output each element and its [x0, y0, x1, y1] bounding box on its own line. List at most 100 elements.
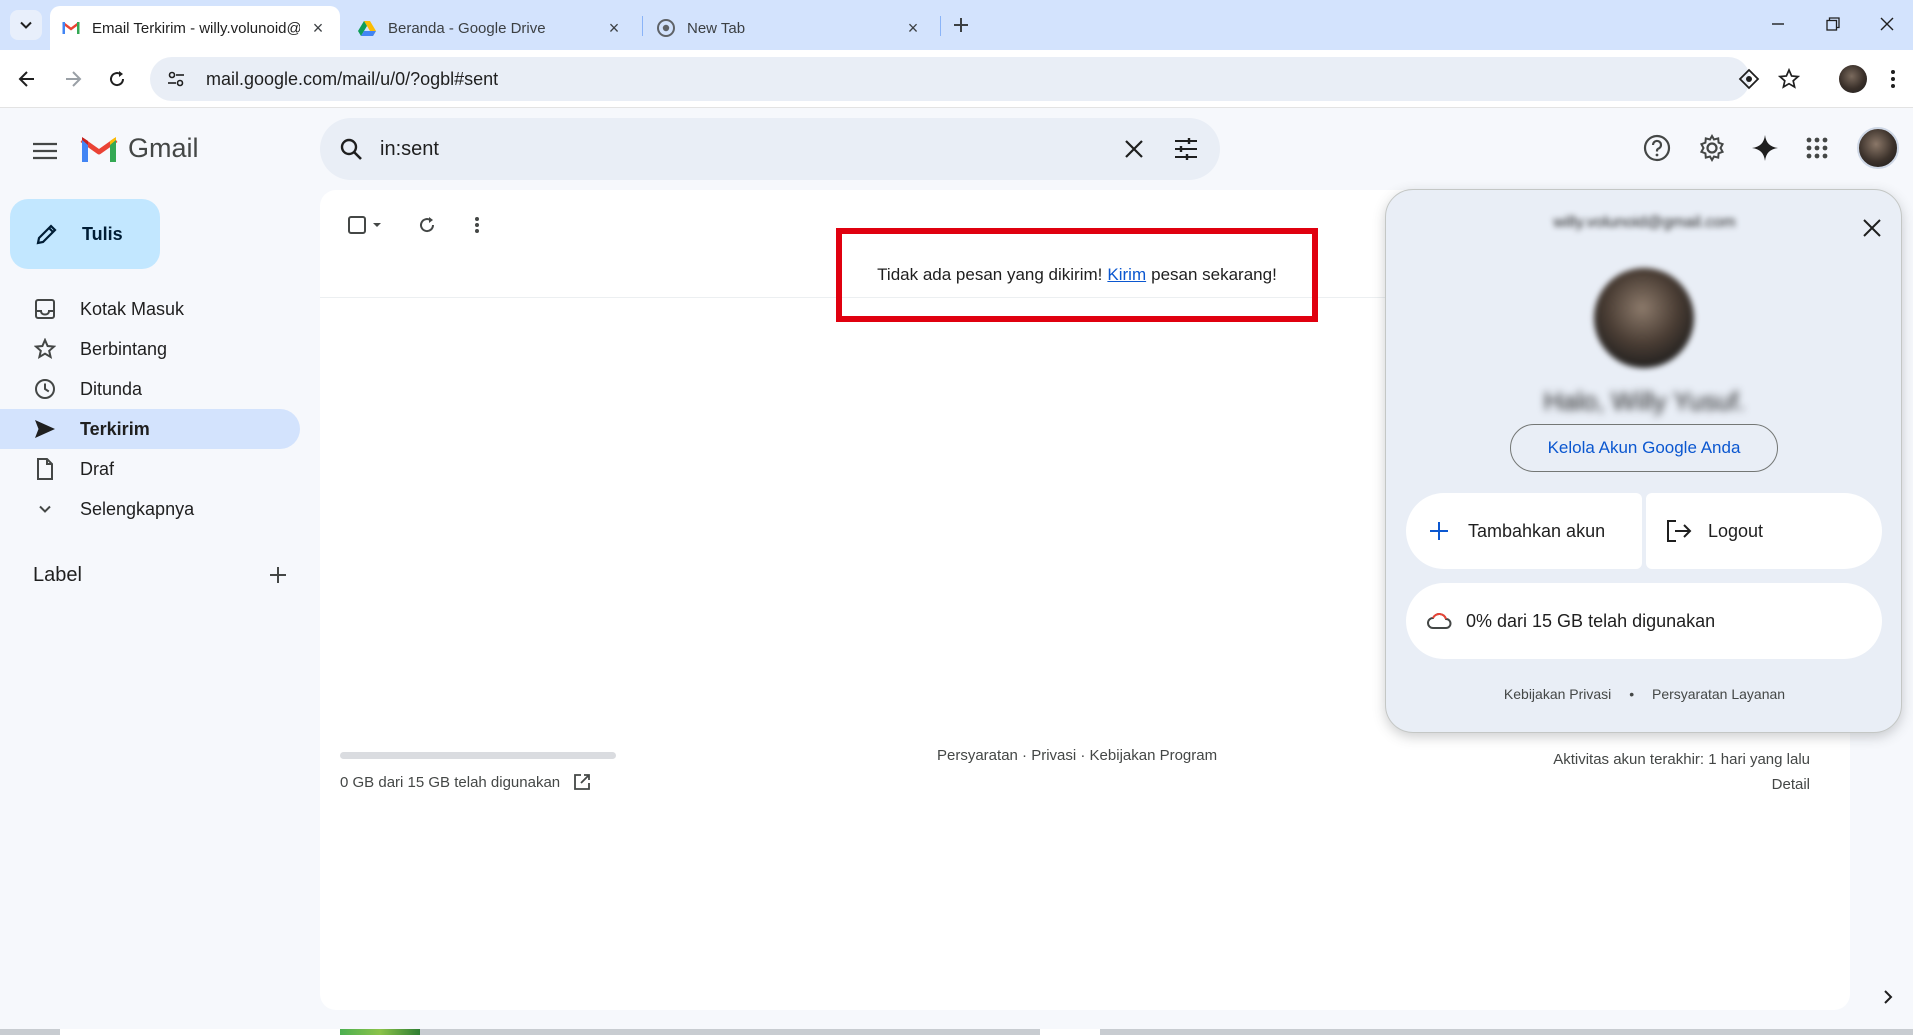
google-account-avatar[interactable]	[1857, 127, 1899, 169]
send-icon	[32, 416, 58, 442]
last-activity-text: Aktivitas akun terakhir: 1 hari yang lal…	[1553, 751, 1810, 768]
sidebar-item-more[interactable]: Selengkapnya	[0, 489, 300, 529]
logout-button[interactable]: Logout	[1646, 493, 1882, 569]
tab-new-tab[interactable]: New Tab ×	[645, 6, 935, 50]
tab-title: New Tab	[687, 19, 746, 37]
open-in-new-icon[interactable]	[572, 772, 592, 792]
back-button[interactable]	[10, 62, 44, 96]
close-account-popover-button[interactable]	[1854, 210, 1890, 246]
google-apps-button[interactable]	[1797, 128, 1837, 168]
gemini-button[interactable]	[1745, 128, 1785, 168]
new-tab-button[interactable]	[948, 12, 974, 38]
sidebar-item-label: Terkirim	[80, 418, 150, 439]
reload-icon	[110, 71, 125, 87]
account-footer: Kebijakan Privasi • Persyaratan Layanan	[1386, 686, 1903, 702]
tab-google-drive[interactable]: Beranda - Google Drive ×	[346, 6, 636, 50]
browser-toolbar: mail.google.com/mail/u/0/?ogbl#sent	[0, 50, 1913, 108]
manage-account-button[interactable]: Kelola Akun Google Anda	[1510, 424, 1778, 472]
side-panel-toggle[interactable]	[1876, 985, 1900, 1009]
forward-button[interactable]	[56, 62, 90, 96]
search-input[interactable]: in:sent	[380, 138, 1114, 161]
search-icon[interactable]	[334, 132, 368, 166]
create-label-button[interactable]	[263, 560, 293, 590]
sidebar-item-starred[interactable]: Berbintang	[0, 329, 300, 369]
draft-icon	[32, 456, 58, 482]
tab-title: Beranda - Google Drive	[388, 19, 546, 37]
more-vert-icon	[475, 217, 479, 233]
window-minimize-button[interactable]	[1758, 8, 1798, 40]
logout-label: Logout	[1708, 520, 1764, 541]
support-button[interactable]	[1637, 128, 1677, 168]
clear-search-button[interactable]	[1114, 129, 1154, 169]
bookmark-star-icon[interactable]	[1776, 66, 1802, 92]
empty-sent-message: Tidak ada pesan yang dikirim! Kirim pesa…	[836, 228, 1318, 322]
sidebar-item-label: Draf	[80, 458, 115, 479]
add-account-label: Tambahkan akun	[1468, 520, 1606, 541]
storage-usage-bar	[340, 752, 616, 759]
separator-dot: •	[1629, 686, 1635, 702]
mail-search-bar[interactable]: in:sent	[320, 118, 1220, 180]
gear-icon	[1699, 134, 1725, 162]
privacy-policy-link[interactable]: Kebijakan Privasi	[1504, 686, 1611, 702]
more-options-button[interactable]	[459, 207, 495, 243]
site-settings-icon[interactable]	[162, 65, 190, 93]
plus-icon	[954, 18, 968, 32]
tab-separator	[940, 16, 941, 36]
sidebar-item-label: Kotak Masuk	[80, 298, 185, 319]
gmail-logo[interactable]: Gmail	[80, 133, 199, 164]
account-avatar[interactable]	[1594, 268, 1694, 368]
lens-icon[interactable]	[1736, 66, 1762, 92]
footer-links[interactable]: Persyaratan · Privasi · Kebijakan Progra…	[937, 747, 1217, 764]
restore-icon	[1826, 17, 1840, 31]
empty-message-text: Tidak ada pesan yang dikirim!	[877, 265, 1103, 284]
sidebar-item-snoozed[interactable]: Ditunda	[0, 369, 300, 409]
account-popover: willy.volunoid@gmail.com Halo, Willy Yus…	[1385, 189, 1902, 733]
inbox-icon	[32, 296, 58, 322]
select-all-checkbox[interactable]	[340, 207, 390, 243]
account-storage-button[interactable]: 0% dari 15 GB telah digunakan	[1406, 583, 1882, 659]
plus-icon	[270, 567, 286, 583]
refresh-button[interactable]	[409, 207, 445, 243]
browser-tab-strip: Email Terkirim - willy.volunoid@ × Beran…	[0, 0, 1913, 50]
tab-close-icon[interactable]: ×	[903, 18, 923, 38]
add-account-button[interactable]: Tambahkan akun	[1406, 493, 1642, 569]
tab-close-icon[interactable]: ×	[308, 18, 328, 38]
close-icon	[1880, 17, 1894, 31]
send-now-link[interactable]: Kirim	[1107, 265, 1146, 285]
refresh-icon	[420, 217, 435, 233]
activity-details-link[interactable]: Detail	[1553, 772, 1810, 797]
sidebar-item-inbox[interactable]: Kotak Masuk	[0, 289, 300, 329]
minimize-icon	[1772, 23, 1784, 25]
window-restore-button[interactable]	[1813, 8, 1853, 40]
google-drive-icon	[358, 19, 376, 37]
tab-close-icon[interactable]: ×	[604, 18, 624, 38]
close-icon	[1863, 219, 1881, 237]
sidebar-item-drafts[interactable]: Draf	[0, 449, 300, 489]
search-options-button[interactable]	[1166, 129, 1206, 169]
sidebar-item-sent[interactable]: Terkirim	[0, 409, 300, 449]
main-menu-button[interactable]	[28, 134, 62, 168]
settings-button[interactable]	[1692, 128, 1732, 168]
tab-search-button[interactable]	[10, 10, 42, 40]
tab-gmail[interactable]: Email Terkirim - willy.volunoid@ ×	[50, 6, 340, 50]
chrome-profile-avatar[interactable]	[1839, 65, 1867, 93]
terms-of-service-link[interactable]: Persyaratan Layanan	[1652, 686, 1785, 702]
address-bar[interactable]: mail.google.com/mail/u/0/?ogbl#sent	[150, 57, 1750, 101]
tab-title: Email Terkirim - willy.volunoid@	[92, 19, 300, 37]
reload-button[interactable]	[100, 62, 134, 96]
sidebar-item-label: Selengkapnya	[80, 498, 195, 519]
apps-grid-icon	[1806, 137, 1828, 159]
account-actions: Tambahkan akun Logout	[1406, 493, 1882, 569]
compose-button[interactable]: Tulis	[10, 199, 160, 269]
url-text: mail.google.com/mail/u/0/?ogbl#sent	[206, 68, 499, 89]
gmail-wordmark: Gmail	[128, 133, 199, 163]
window-close-button[interactable]	[1867, 8, 1907, 40]
chrome-menu-button[interactable]	[1880, 64, 1906, 94]
sidebar-item-label: Ditunda	[80, 378, 143, 399]
sparkle-icon	[1752, 135, 1778, 161]
help-icon	[1643, 134, 1671, 162]
labels-heading: Label	[33, 564, 82, 586]
close-icon	[1125, 140, 1143, 158]
plus-icon	[1424, 516, 1454, 546]
arrow-right-icon	[66, 71, 82, 87]
